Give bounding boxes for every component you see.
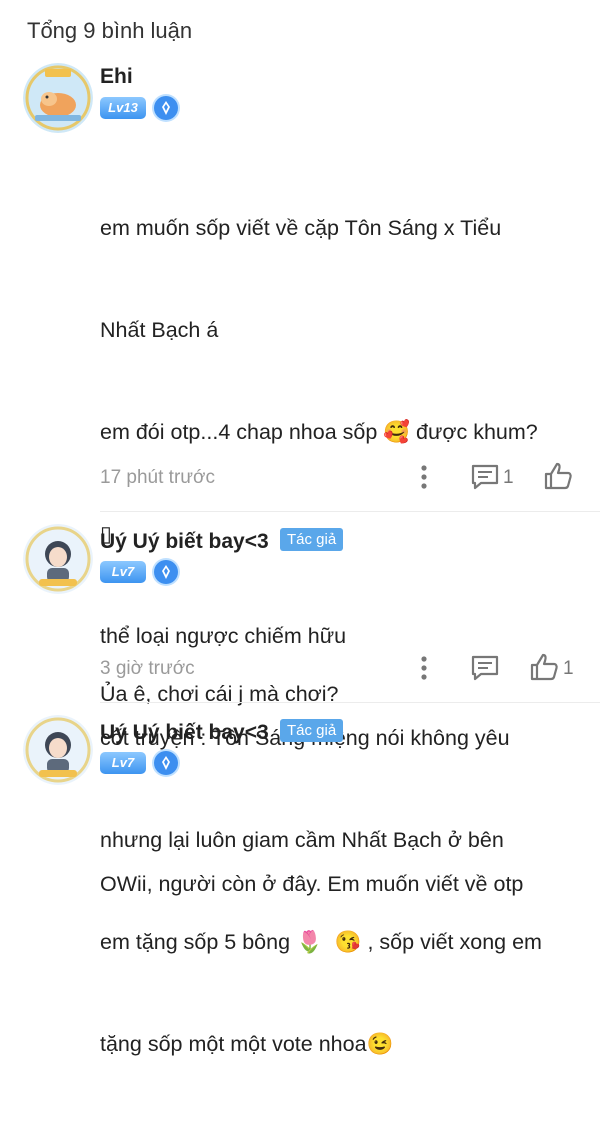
avatar[interactable] <box>23 524 93 594</box>
comment-author-name[interactable]: Ehi <box>100 65 133 89</box>
comment-timestamp: 17 phút trước <box>100 467 215 488</box>
comment-line: Ủa ê, chơi cái j mà chơi? <box>100 682 339 706</box>
reply-count: 1 <box>503 467 514 488</box>
comment-line: Nhất Bạch á <box>100 318 219 342</box>
more-options-icon[interactable] <box>415 654 433 682</box>
reply-icon[interactable] <box>470 654 500 682</box>
reply-icon[interactable] <box>470 463 500 491</box>
diamond-icon <box>154 751 178 775</box>
like-icon[interactable] <box>543 461 573 491</box>
more-options-icon[interactable] <box>415 463 433 491</box>
comment-author-name[interactable]: Uý Uý biết bay<3 <box>100 721 269 745</box>
comment-body: OWii, người còn ở đây. Em muốn viết về o… <box>100 799 585 969</box>
avatar[interactable] <box>23 715 93 785</box>
like-count: 1 <box>563 658 574 679</box>
level-badge: Lv7 <box>100 561 146 583</box>
level-badge: Lv7 <box>100 752 146 774</box>
comment-line: OWii, người còn ở đây. Em muốn viết về o… <box>100 872 524 896</box>
total-comments-heading: Tổng 9 bình luận <box>27 18 193 43</box>
diamond-icon <box>154 96 178 120</box>
comment-line: em muốn sốp viết về cặp Tôn Sáng x Tiểu <box>100 216 502 240</box>
author-badge: Tác giả <box>280 719 344 742</box>
comment-line: em đói otp...4 chap nhoa sốp 🥰 được khum… <box>100 420 538 444</box>
avatar[interactable] <box>23 63 93 133</box>
divider <box>100 511 600 512</box>
level-badge: Lv13 <box>100 97 146 119</box>
comment-author-name[interactable]: Uý Uý biết bay<3 <box>100 530 269 554</box>
author-badge: Tác giả <box>280 528 344 551</box>
diamond-icon <box>154 560 178 584</box>
comment-line: tặng sốp một một vote nhoa😉 <box>100 1032 394 1056</box>
comment-timestamp: 3 giờ trước <box>100 658 195 679</box>
comments-page: Tổng 9 bình luận Ehi Lv13 em muốn sốp vi… <box>0 0 600 1056</box>
like-icon[interactable] <box>529 652 559 682</box>
divider <box>100 702 600 703</box>
